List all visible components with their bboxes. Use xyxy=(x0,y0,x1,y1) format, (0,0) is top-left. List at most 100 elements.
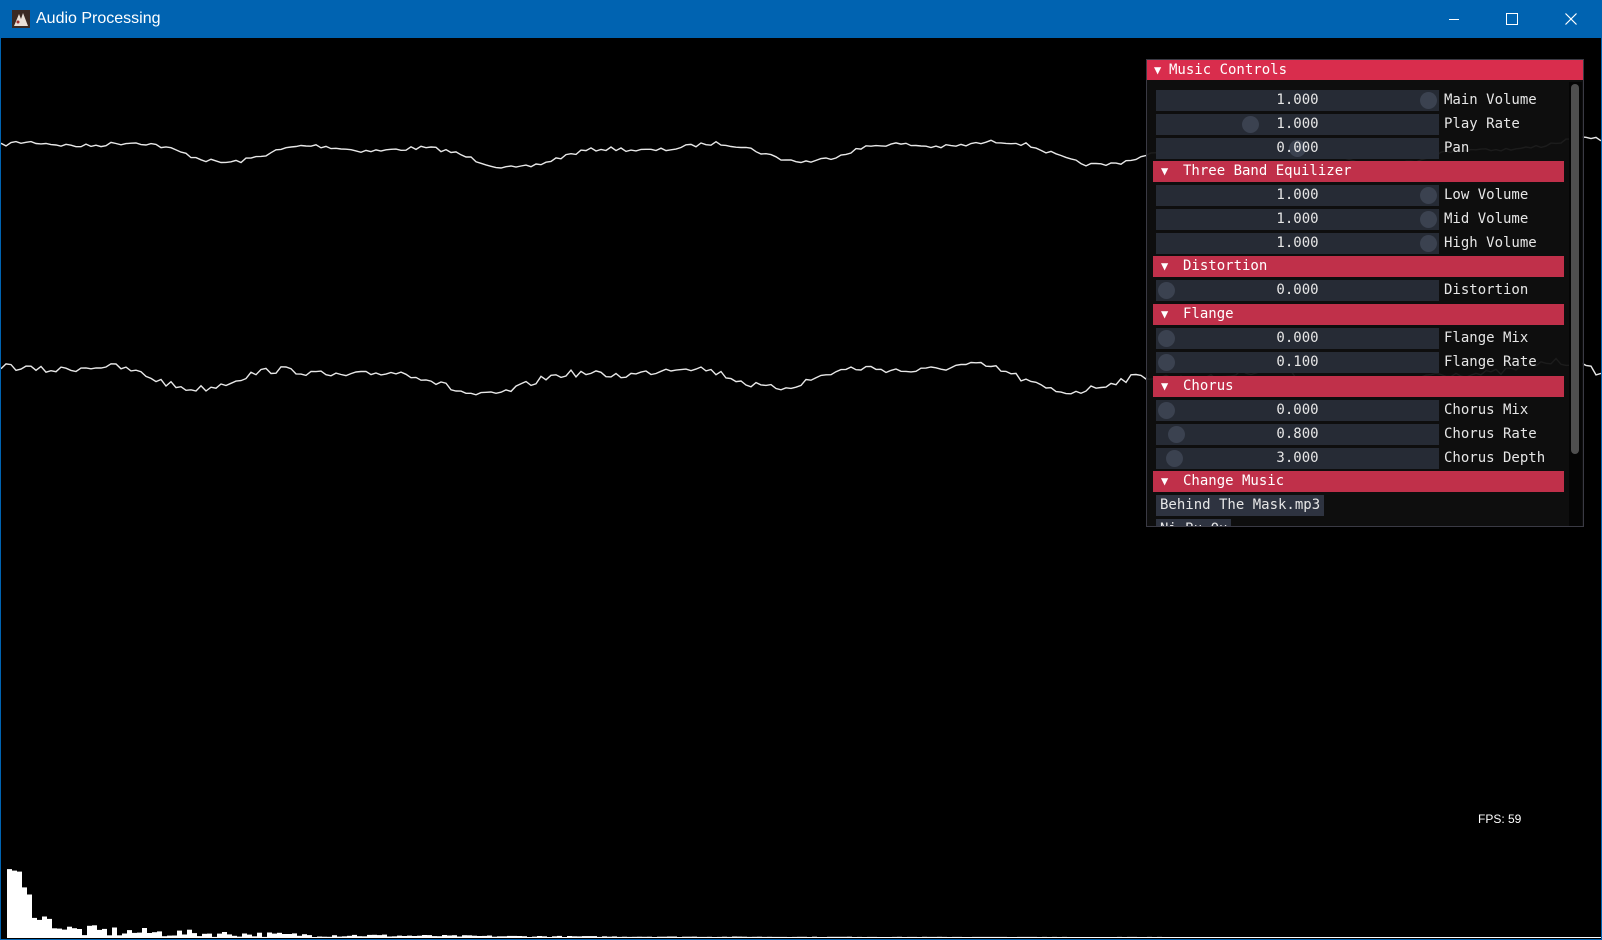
spectrum-bar xyxy=(247,934,252,938)
spectrum-bar xyxy=(1432,937,1437,938)
spectrum-bar xyxy=(202,933,207,938)
spectrum-bar xyxy=(642,936,647,938)
section-header-chorus[interactable]: ▼ Chorus xyxy=(1153,376,1564,397)
mid-volume-slider[interactable]: 1.000 xyxy=(1156,209,1439,230)
spectrum-bar xyxy=(1112,937,1117,938)
spectrum-bar xyxy=(1077,937,1082,938)
spectrum-bar xyxy=(842,936,847,938)
spectrum-bar xyxy=(612,936,617,938)
spectrum-bar xyxy=(42,916,47,938)
spectrum-bar xyxy=(377,935,382,938)
spectrum-bar xyxy=(1427,937,1432,938)
spectrum-bar xyxy=(437,936,442,938)
flange-rate-slider[interactable]: 0.100 xyxy=(1156,352,1439,373)
spectrum-bar xyxy=(1467,937,1472,938)
spectrum-bar xyxy=(1042,936,1047,938)
spectrum-bar xyxy=(492,936,497,938)
chorus-depth-slider[interactable]: 3.000 xyxy=(1156,448,1439,469)
spectrum-bar xyxy=(1337,937,1342,938)
spectrum-bar xyxy=(312,937,317,938)
flange-rate-label: Flange Rate xyxy=(1444,354,1537,370)
spectrum-bar xyxy=(457,936,462,938)
spectrum-bar xyxy=(1557,937,1562,938)
spectrum-bar xyxy=(817,937,822,938)
spectrum-bar xyxy=(1422,937,1427,938)
spectrum-bar xyxy=(172,935,177,938)
spectrum-bar xyxy=(67,926,72,938)
spectrum-bar xyxy=(1072,937,1077,938)
music-track-button[interactable]: Behind The Mask.mp3 xyxy=(1156,495,1325,516)
music-controls-panel[interactable]: ▼ Music Controls 1.000 Main Volume 1.000… xyxy=(1146,59,1584,527)
spectrum-bar xyxy=(847,936,852,938)
spectrum-bar xyxy=(782,936,787,938)
play-rate-slider[interactable]: 1.000 xyxy=(1156,114,1439,135)
section-header-flange[interactable]: ▼ Flange xyxy=(1153,304,1564,325)
spectrum-bar xyxy=(1227,937,1232,938)
spectrum-bar xyxy=(277,932,282,938)
pan-slider[interactable]: 0.000 xyxy=(1156,138,1439,159)
spectrum-bar xyxy=(32,917,37,938)
spectrum-bar xyxy=(487,935,492,938)
music-track-button[interactable]: Ni Bu Qu xyxy=(1156,519,1232,526)
spectrum-bar xyxy=(77,929,82,938)
spectrum-bar xyxy=(577,936,582,938)
section-header-distortion[interactable]: ▼ Distortion xyxy=(1153,256,1564,277)
spectrum-bar xyxy=(632,936,637,938)
spectrum-bar xyxy=(1012,937,1017,938)
spectrum-bar xyxy=(1062,936,1067,938)
close-button[interactable] xyxy=(1542,0,1600,38)
spectrum-bar xyxy=(432,936,437,938)
distortion-label: Distortion xyxy=(1444,282,1529,298)
panel-scrollbar[interactable] xyxy=(1569,82,1582,526)
maximize-button[interactable] xyxy=(1483,0,1541,38)
spectrum-bar xyxy=(207,933,212,938)
spectrum-bar xyxy=(27,894,32,938)
low-volume-slider[interactable]: 1.000 xyxy=(1156,185,1439,206)
spectrum-bar xyxy=(1222,937,1227,938)
spectrum-bar xyxy=(197,936,202,938)
distortion-slider[interactable]: 0.000 xyxy=(1156,280,1439,301)
spectrum-bar xyxy=(1287,937,1292,938)
high-volume-label: High Volume xyxy=(1444,235,1537,251)
spectrum-bar xyxy=(647,936,652,938)
spectrum-bar xyxy=(1262,937,1267,938)
spectrum-bar xyxy=(1387,937,1392,938)
spectrum-bar xyxy=(517,936,522,938)
spectrum-bar xyxy=(402,936,407,938)
spectrum-bar xyxy=(1592,937,1597,938)
chorus-rate-slider[interactable]: 0.800 xyxy=(1156,424,1439,445)
spectrum-bar xyxy=(372,934,377,938)
spectrum-bar xyxy=(742,936,747,938)
spectrum-bar xyxy=(887,937,892,938)
spectrum-bar xyxy=(1377,937,1382,938)
spectrum-bar xyxy=(1497,937,1502,938)
spectrum-bar xyxy=(662,936,667,938)
main-volume-slider[interactable]: 1.000 xyxy=(1156,90,1439,111)
chorus-mix-slider[interactable]: 0.000 xyxy=(1156,400,1439,421)
spectrum-bar xyxy=(832,936,837,938)
spectrum-bar xyxy=(1407,937,1412,938)
high-volume-slider[interactable]: 1.000 xyxy=(1156,233,1439,254)
spectrum-bar xyxy=(947,937,952,938)
spectrum-bar xyxy=(522,936,527,938)
section-header-change-music[interactable]: ▼ Change Music xyxy=(1153,471,1564,492)
section-header-equalizer[interactable]: ▼ Three Band Equilizer xyxy=(1153,161,1564,182)
panel-title-bar[interactable]: ▼ Music Controls xyxy=(1147,60,1583,80)
scrollbar-thumb[interactable] xyxy=(1571,84,1579,454)
spectrum-bar xyxy=(1367,937,1372,938)
spectrum-bar xyxy=(907,936,912,938)
spectrum-bar xyxy=(1382,937,1387,938)
spectrum-bar xyxy=(47,918,52,938)
minimize-button[interactable] xyxy=(1425,0,1483,38)
flange-mix-slider[interactable]: 0.000 xyxy=(1156,328,1439,349)
spectrum-bar xyxy=(1207,937,1212,938)
spectrum-bar xyxy=(267,932,272,938)
spectrum-bar xyxy=(62,929,67,938)
spectrum-bar xyxy=(412,936,417,938)
chorus-depth-label: Chorus Depth xyxy=(1444,450,1546,466)
spectrum-bar xyxy=(1282,937,1287,938)
spectrum-bar xyxy=(162,936,167,938)
spectrum-bar xyxy=(627,936,632,938)
spectrum-bar xyxy=(1152,937,1157,938)
spectrum-bar xyxy=(1312,937,1317,938)
